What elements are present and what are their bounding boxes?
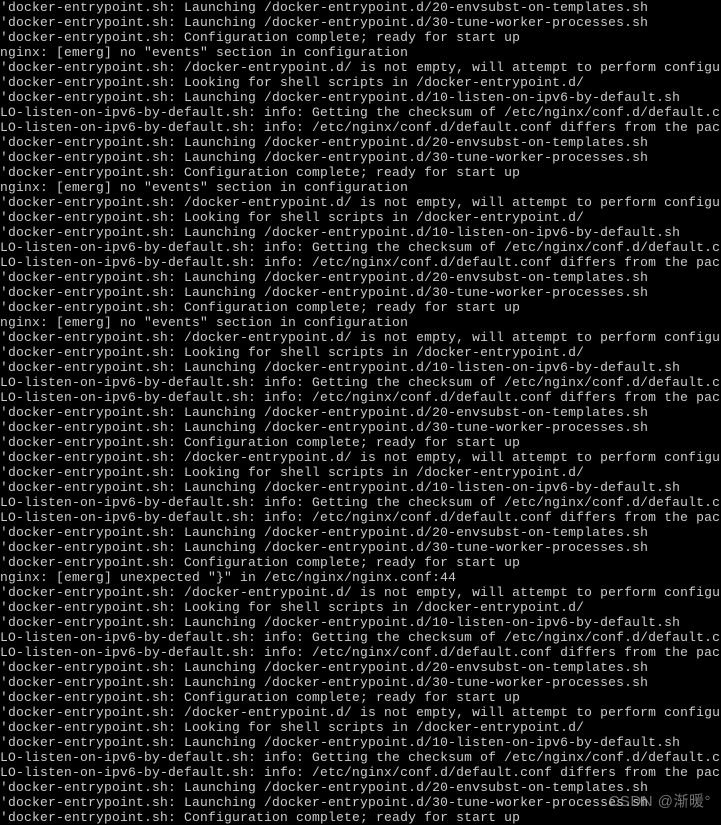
terminal-line: LO-listen-on-ipv6-by-default.sh: info: /… [0, 510, 721, 525]
terminal-line: 'docker-entrypoint.sh: Looking for shell… [0, 75, 721, 90]
terminal-line: 'docker-entrypoint.sh: Configuration com… [0, 165, 721, 180]
terminal-line: 'docker-entrypoint.sh: Launching /docker… [0, 270, 721, 285]
terminal-line: 'docker-entrypoint.sh: Launching /docker… [0, 225, 721, 240]
terminal-line: 'docker-entrypoint.sh: Launching /docker… [0, 480, 721, 495]
terminal-output[interactable]: 'docker-entrypoint.sh: Launching /docker… [0, 0, 721, 825]
terminal-line: 'docker-entrypoint.sh: /docker-entrypoin… [0, 705, 721, 720]
terminal-line: 'docker-entrypoint.sh: Configuration com… [0, 555, 721, 570]
terminal-line: 'docker-entrypoint.sh: Looking for shell… [0, 720, 721, 735]
terminal-line: 'docker-entrypoint.sh: Launching /docker… [0, 90, 721, 105]
terminal-line: 'docker-entrypoint.sh: Configuration com… [0, 690, 721, 705]
terminal-line: 'docker-entrypoint.sh: /docker-entrypoin… [0, 330, 721, 345]
terminal-line: 'docker-entrypoint.sh: Configuration com… [0, 435, 721, 450]
terminal-line: 'docker-entrypoint.sh: Launching /docker… [0, 150, 721, 165]
terminal-line: 'docker-entrypoint.sh: /docker-entrypoin… [0, 195, 721, 210]
terminal-line: nginx: [emerg] no "events" section in co… [0, 45, 721, 60]
terminal-line: 'docker-entrypoint.sh: Configuration com… [0, 30, 721, 45]
terminal-line: 'docker-entrypoint.sh: Launching /docker… [0, 735, 721, 750]
watermark-text: CSDN @渐暖° [609, 794, 711, 809]
terminal-line: LO-listen-on-ipv6-by-default.sh: info: /… [0, 255, 721, 270]
terminal-line: 'docker-entrypoint.sh: Launching /docker… [0, 405, 721, 420]
terminal-line: 'docker-entrypoint.sh: Launching /docker… [0, 420, 721, 435]
terminal-line: 'docker-entrypoint.sh: Launching /docker… [0, 0, 721, 15]
terminal-line: 'docker-entrypoint.sh: Looking for shell… [0, 210, 721, 225]
terminal-line: 'docker-entrypoint.sh: Launching /docker… [0, 615, 721, 630]
terminal-line: nginx: [emerg] no "events" section in co… [0, 180, 721, 195]
terminal-line: 'docker-entrypoint.sh: Launching /docker… [0, 675, 721, 690]
terminal-line: 'docker-entrypoint.sh: Launching /docker… [0, 660, 721, 675]
terminal-line: 'docker-entrypoint.sh: Looking for shell… [0, 600, 721, 615]
terminal-line: 'docker-entrypoint.sh: Launching /docker… [0, 135, 721, 150]
terminal-line: 'docker-entrypoint.sh: Launching /docker… [0, 360, 721, 375]
terminal-line: nginx: [emerg] no "events" section in co… [0, 315, 721, 330]
terminal-line: LO-listen-on-ipv6-by-default.sh: info: G… [0, 750, 721, 765]
terminal-line: 'docker-entrypoint.sh: Looking for shell… [0, 465, 721, 480]
terminal-line: 'docker-entrypoint.sh: Looking for shell… [0, 345, 721, 360]
terminal-line: 'docker-entrypoint.sh: /docker-entrypoin… [0, 585, 721, 600]
terminal-line: LO-listen-on-ipv6-by-default.sh: info: /… [0, 645, 721, 660]
terminal-line: LO-listen-on-ipv6-by-default.sh: info: G… [0, 105, 721, 120]
terminal-line: LO-listen-on-ipv6-by-default.sh: info: /… [0, 390, 721, 405]
terminal-line: LO-listen-on-ipv6-by-default.sh: info: G… [0, 495, 721, 510]
terminal-line: 'docker-entrypoint.sh: Launching /docker… [0, 525, 721, 540]
terminal-line: LO-listen-on-ipv6-by-default.sh: info: G… [0, 375, 721, 390]
terminal-line: LO-listen-on-ipv6-by-default.sh: info: G… [0, 630, 721, 645]
terminal-line: 'docker-entrypoint.sh: Launching /docker… [0, 285, 721, 300]
terminal-line: 'docker-entrypoint.sh: Configuration com… [0, 300, 721, 315]
terminal-line: 'docker-entrypoint.sh: /docker-entrypoin… [0, 60, 721, 75]
terminal-line: 'docker-entrypoint.sh: Launching /docker… [0, 15, 721, 30]
terminal-line: 'docker-entrypoint.sh: Launching /docker… [0, 540, 721, 555]
terminal-line: LO-listen-on-ipv6-by-default.sh: info: /… [0, 765, 721, 780]
terminal-line: 'docker-entrypoint.sh: /docker-entrypoin… [0, 450, 721, 465]
terminal-line: nginx: [emerg] unexpected "}" in /etc/ng… [0, 570, 721, 585]
terminal-line: LO-listen-on-ipv6-by-default.sh: info: /… [0, 120, 721, 135]
terminal-line: LO-listen-on-ipv6-by-default.sh: info: G… [0, 240, 721, 255]
